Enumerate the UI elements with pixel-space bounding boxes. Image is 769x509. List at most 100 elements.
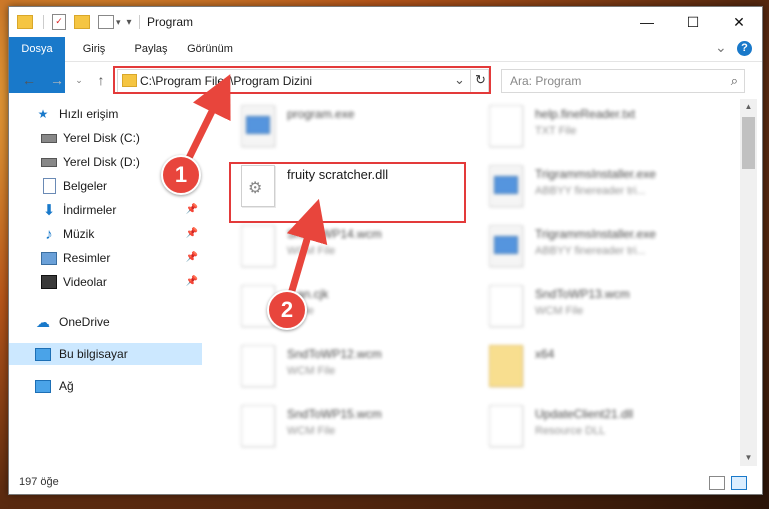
folder-icon	[489, 345, 523, 387]
pin-icon[interactable]: 📌	[186, 204, 198, 215]
sidebar-item-onedrive[interactable]: ☁ OneDrive	[9, 311, 202, 333]
sidebar-item-videos[interactable]: Videolar 📌	[9, 271, 202, 293]
list-item[interactable]: SndToWP15.wcm WCM File	[223, 399, 463, 455]
quick-access-toolbar: ✓ ▾ ▾	[17, 12, 132, 32]
file-name: help.fineReader.txt	[535, 107, 636, 121]
music-icon: ♪	[45, 225, 53, 243]
minimize-button[interactable]: —	[624, 7, 670, 37]
sidebar-item-label: Yerel Disk (D:)	[63, 155, 140, 169]
pin-icon[interactable]: 📌	[186, 228, 198, 239]
downloads-icon: ⬇	[42, 202, 56, 219]
sidebar-item-network[interactable]: Ağ	[9, 375, 202, 397]
file-type: Resource DLL	[535, 425, 606, 437]
status-bar: 197 öğe	[9, 473, 762, 493]
title-bar: ✓ ▾ ▾ Program — ☐ ✕	[9, 7, 762, 37]
file-list: program.exe help.fineReader.txt TXT File…	[209, 99, 739, 466]
large-icons-view-icon[interactable]	[731, 476, 747, 490]
scroll-down-icon[interactable]: ▼	[740, 450, 757, 466]
sidebar-item-local-disk-c[interactable]: Yerel Disk (C:)	[9, 127, 202, 149]
sidebar-item-label: OneDrive	[59, 315, 110, 329]
address-highlight-box	[113, 66, 491, 94]
new-folder-icon[interactable]	[74, 15, 90, 29]
scroll-up-icon[interactable]: ▲	[740, 99, 757, 115]
tab-gorunum[interactable]: Görünüm	[179, 37, 241, 61]
exe-file-icon	[489, 165, 523, 207]
search-placeholder[interactable]: Ara: Program	[510, 74, 581, 88]
sidebar-item-label: İndirmeler	[63, 203, 117, 217]
sidebar-item-downloads[interactable]: ⬇ İndirmeler 📌	[9, 199, 202, 221]
file-type: ABBYY finereader tri...	[535, 185, 646, 197]
list-item[interactable]: x64	[471, 339, 711, 395]
back-arrow-icon[interactable]: ←	[19, 71, 39, 89]
details-view-icon[interactable]	[709, 476, 725, 490]
sidebar-item-label: Hızlı erişim	[59, 107, 119, 121]
sidebar-item-music[interactable]: ♪ Müzik 📌	[9, 223, 202, 245]
list-item[interactable]: TrigrammsInstaller.exe ABBYY finereader …	[471, 219, 711, 275]
dll-file-icon	[489, 405, 523, 447]
sidebar-item-label: Resimler	[63, 251, 111, 265]
search-icon[interactable]: ⌕	[731, 73, 738, 89]
exe-file-icon	[489, 225, 523, 267]
window-title: Program	[147, 15, 194, 29]
file-name: SndToWP12.wcm	[287, 347, 382, 361]
list-item[interactable]: ...an.cjk ...File	[223, 279, 463, 335]
sidebar-item-quick-access[interactable]: ★ Hızlı erişim	[9, 103, 202, 125]
documents-icon	[41, 178, 57, 194]
expand-ribbon-icon[interactable]: ⌄	[715, 39, 727, 56]
sidebar-item-pictures[interactable]: Resimler 📌	[9, 247, 202, 269]
file-name: UpdateClient21.dll	[535, 407, 634, 421]
list-item[interactable]: SndToWP12.wcm WCM File	[223, 339, 463, 395]
file-type: TXT File	[535, 125, 577, 137]
search-box[interactable]: Ara: Program ⌕	[501, 69, 745, 93]
file-icon	[489, 285, 523, 327]
ribbon-tabs: Dosya Giriş Paylaş Görünüm ⌄ ?	[9, 37, 762, 93]
maximize-button[interactable]: ☐	[670, 7, 716, 37]
cloud-icon: ☁	[36, 313, 50, 330]
tab-paylas[interactable]: Paylaş	[123, 37, 179, 61]
videos-icon	[41, 274, 57, 290]
sidebar-item-label: Videolar	[63, 275, 107, 289]
list-item[interactable]: SndToWP14.wcm WCM File	[223, 219, 463, 275]
scroll-thumb[interactable]	[742, 117, 755, 169]
sidebar-item-label: Ağ	[59, 379, 74, 393]
item-count: 197 öğe	[19, 476, 59, 488]
up-arrow-icon[interactable]: ↑	[91, 71, 111, 89]
pin-icon[interactable]: 📌	[186, 252, 198, 263]
forward-arrow-icon[interactable]: →	[47, 71, 67, 89]
list-item[interactable]: SndToWP13.wcm WCM File	[471, 279, 711, 335]
file-name: x64	[535, 347, 555, 361]
file-name: SndToWP14.wcm	[287, 227, 382, 241]
properties-icon[interactable]: ✓	[52, 14, 66, 30]
help-icon[interactable]: ?	[737, 41, 752, 56]
file-name: SndToWP15.wcm	[287, 407, 382, 421]
file-name: SndToWP13.wcm	[535, 287, 630, 301]
vertical-scrollbar[interactable]: ▲ ▼	[740, 99, 757, 466]
sidebar-item-this-pc[interactable]: Bu bilgisayar	[9, 343, 202, 365]
list-item[interactable]: help.fineReader.txt TXT File	[471, 99, 711, 155]
file-icon	[241, 225, 275, 267]
qa-dropdown-icon[interactable]: ▾	[116, 17, 121, 28]
file-type: ABBYY finereader tri...	[535, 245, 646, 257]
sidebar-item-label: Bu bilgisayar	[59, 347, 128, 361]
list-item[interactable]: program.exe	[223, 99, 463, 155]
drive-icon	[41, 130, 57, 146]
file-type: WCM File	[287, 425, 336, 437]
pin-icon[interactable]: 📌	[186, 276, 198, 287]
drive-icon	[41, 154, 57, 170]
network-icon	[35, 378, 51, 394]
customize-qa-icon[interactable]: ▾	[127, 17, 132, 28]
list-item[interactable]: TrigrammsInstaller.exe ABBYY finereader …	[471, 159, 711, 215]
file-name: TrigrammsInstaller.exe	[535, 227, 656, 241]
sidebar-item-label: Yerel Disk (C:)	[63, 131, 140, 145]
list-item[interactable]: UpdateClient21.dll Resource DLL	[471, 399, 711, 455]
tab-giris[interactable]: Giriş	[65, 37, 123, 61]
pictures-icon	[41, 250, 57, 266]
recent-locations-icon[interactable]: ⌄	[69, 71, 89, 89]
file-icon	[241, 345, 275, 387]
view-options-icon[interactable]	[98, 15, 114, 29]
file-highlight-box	[229, 162, 466, 223]
file-name: program.exe	[287, 107, 355, 121]
file-type: WCM File	[287, 245, 336, 257]
close-button[interactable]: ✕	[716, 7, 762, 37]
step-marker-2: 2	[267, 290, 307, 330]
